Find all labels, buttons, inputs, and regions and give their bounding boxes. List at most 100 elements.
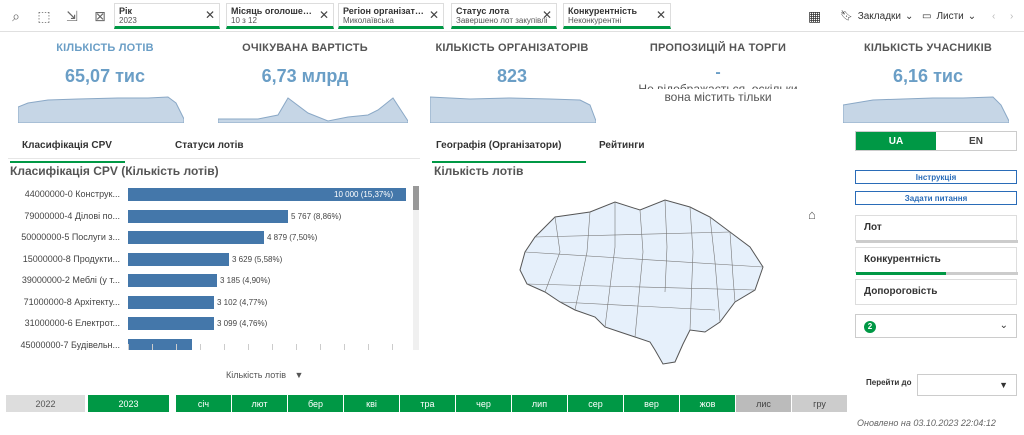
- close-icon[interactable]: ✕: [319, 9, 329, 21]
- month-3[interactable]: бер: [288, 395, 343, 412]
- kpi-bids: ПРОПОЗИЦІЙ НА ТОРГИ - Не відображається,…: [628, 42, 808, 105]
- close-icon[interactable]: ✕: [429, 9, 439, 21]
- filter-dropdown[interactable]: 2 ⌄: [855, 314, 1017, 338]
- month-11[interactable]: лис: [736, 395, 791, 412]
- bar[interactable]: [128, 338, 192, 350]
- nav-threshold[interactable]: Допороговість: [855, 279, 1017, 305]
- ask-question-button[interactable]: Задати питання: [855, 191, 1017, 205]
- prev-sheet-icon[interactable]: ‹: [992, 6, 995, 26]
- month-10[interactable]: жов: [680, 395, 735, 412]
- close-icon[interactable]: ✕: [205, 9, 215, 21]
- bar[interactable]: [128, 231, 264, 244]
- kpi-value: 6,16 тис: [893, 66, 963, 86]
- selections-grid-icon[interactable]: ▦: [808, 6, 821, 26]
- ukraine-map[interactable]: [515, 192, 765, 372]
- month-8[interactable]: сер: [568, 395, 623, 412]
- clear-selections-icon[interactable]: ⊠: [90, 6, 110, 26]
- bar[interactable]: [128, 295, 214, 309]
- kpi-label: ОЧІКУВАНА ВАРТІСТЬ: [242, 42, 368, 54]
- map-title: Кількість лотів: [434, 164, 524, 178]
- filter-value: Неконкурентні: [568, 16, 622, 25]
- sheets-label: Листи: [936, 10, 964, 22]
- month-12[interactable]: гру: [792, 395, 847, 412]
- tick-mark: [152, 344, 153, 350]
- nav-competition[interactable]: Конкурентність: [855, 247, 1018, 275]
- month-4[interactable]: кві: [344, 395, 399, 412]
- filter-chip-year[interactable]: Рік 2023 ✕: [114, 3, 220, 29]
- forward-icon[interactable]: ⇲: [62, 6, 82, 26]
- close-icon[interactable]: ✕: [542, 9, 552, 21]
- lang-en-button[interactable]: EN: [936, 132, 1016, 150]
- bar-category-label: 15000000-8 Продукти...: [22, 253, 120, 264]
- month-6[interactable]: чер: [456, 395, 511, 412]
- next-sheet-icon[interactable]: ›: [1010, 6, 1013, 26]
- filter-title: Рік: [119, 6, 133, 16]
- kpi-organizers: КІЛЬКІСТЬ ОРГАНІЗАТОРІВ 823: [432, 42, 592, 87]
- selection-tool-icon[interactable]: ⬚: [34, 6, 54, 26]
- language-switch[interactable]: UA EN: [855, 131, 1017, 151]
- bookmarks-button[interactable]: 🔖︎ Закладки ⌄: [840, 6, 913, 26]
- bar-data-label: 3 099 (4,76%): [217, 319, 268, 328]
- nav-label: Лот: [864, 222, 882, 233]
- nav-lot[interactable]: Лот: [855, 215, 1018, 243]
- kpi-note-1: Не відображається, оскільки: [638, 82, 798, 89]
- lang-ua-button[interactable]: UA: [856, 132, 936, 150]
- filter-title: Статус лота: [456, 6, 510, 16]
- sparkline-lots: [18, 96, 184, 123]
- goto-select[interactable]: ▼: [917, 374, 1017, 396]
- year-selector: 2022 2023: [6, 395, 172, 412]
- kpi-value: -: [715, 64, 721, 81]
- filter-chip-competition[interactable]: Конкурентність Неконкурентні ✕: [563, 3, 671, 29]
- filter-chip-status[interactable]: Статус лота Завершено лот закупівлі ✕: [451, 3, 557, 29]
- bar[interactable]: [128, 209, 288, 223]
- tick-mark: [128, 344, 129, 350]
- kpi-label: КІЛЬКІСТЬ УЧАСНИКІВ: [863, 42, 993, 54]
- tick-mark: [272, 344, 273, 350]
- year-2023[interactable]: 2023: [88, 395, 169, 412]
- chevron-down-icon: ⌄: [999, 320, 1008, 331]
- kpi-value: 65,07 тис: [65, 66, 145, 86]
- filter-title: Регіон організатора: [343, 6, 431, 16]
- month-selector: січ лют бер кві тра чер лип сер вер жов лис гру: [176, 395, 848, 412]
- month-7[interactable]: лип: [512, 395, 567, 412]
- updated-timestamp: Оновлено на 03.10.2023 22:04:12: [857, 418, 996, 428]
- filter-chip-region[interactable]: Регіон організатора Миколаївська ✕: [338, 3, 444, 29]
- tick-mark: [248, 344, 249, 350]
- tab-lot-statuses[interactable]: Статуси лотів: [175, 137, 244, 154]
- filter-chip-month[interactable]: Місяць оголошення ... 10 з 12 ✕: [226, 3, 334, 29]
- month-9[interactable]: вер: [624, 395, 679, 412]
- instruction-button[interactable]: Інструкція: [855, 170, 1017, 184]
- month-5[interactable]: тра: [400, 395, 455, 412]
- x-axis-selector[interactable]: Кількість лотів ▼: [226, 370, 303, 380]
- bar-data-label: 3 185 (4,90%): [220, 276, 271, 285]
- bookmark-icon: 🔖︎: [840, 10, 853, 22]
- filter-value: 10 з 12: [231, 16, 257, 25]
- tab-ratings[interactable]: Рейтинги: [599, 137, 645, 154]
- toolbar: ⌕ ⬚ ⇲ ⊠ Рік 2023 ✕ Місяць оголошення ...…: [0, 0, 1024, 32]
- home-icon[interactable]: ⌂: [808, 207, 816, 222]
- month-1[interactable]: січ: [176, 395, 231, 412]
- sheets-button[interactable]: ▭ Листи ⌄: [922, 6, 976, 26]
- scrollbar-thumb[interactable]: [413, 186, 419, 210]
- smart-search-icon[interactable]: ⌕: [6, 6, 26, 26]
- close-icon[interactable]: ✕: [656, 9, 666, 21]
- bar[interactable]: [128, 274, 217, 287]
- bar-chart-title: Класифікація CPV (Кількість лотів): [10, 164, 219, 178]
- bar[interactable]: [128, 317, 214, 330]
- tab-geography[interactable]: Географія (Організатори): [432, 137, 586, 163]
- bar-data-label: 3 629 (5,58%): [232, 254, 283, 264]
- chevron-down-icon: ⌄: [967, 10, 977, 22]
- month-2[interactable]: лют: [232, 395, 287, 412]
- tick-mark: [296, 344, 297, 350]
- goto-label: Перейти до: [866, 378, 912, 387]
- sparkline-organizers: [430, 96, 596, 123]
- cpv-bar-chart[interactable]: 44000000-0 Конструк... 10 000 (15,37%) 790…: [8, 184, 420, 350]
- chart-scrollbar[interactable]: [413, 186, 419, 350]
- tab-cpv[interactable]: Класифікація CPV: [10, 137, 125, 163]
- bar-category-label: 31000000-6 Електрот...: [24, 318, 120, 328]
- x-axis-label: Кількість лотів: [226, 370, 286, 380]
- bar[interactable]: [128, 252, 229, 266]
- tick-mark: [200, 344, 201, 350]
- filter-title: Місяць оголошення ...: [231, 6, 329, 16]
- year-2022[interactable]: 2022: [6, 395, 85, 412]
